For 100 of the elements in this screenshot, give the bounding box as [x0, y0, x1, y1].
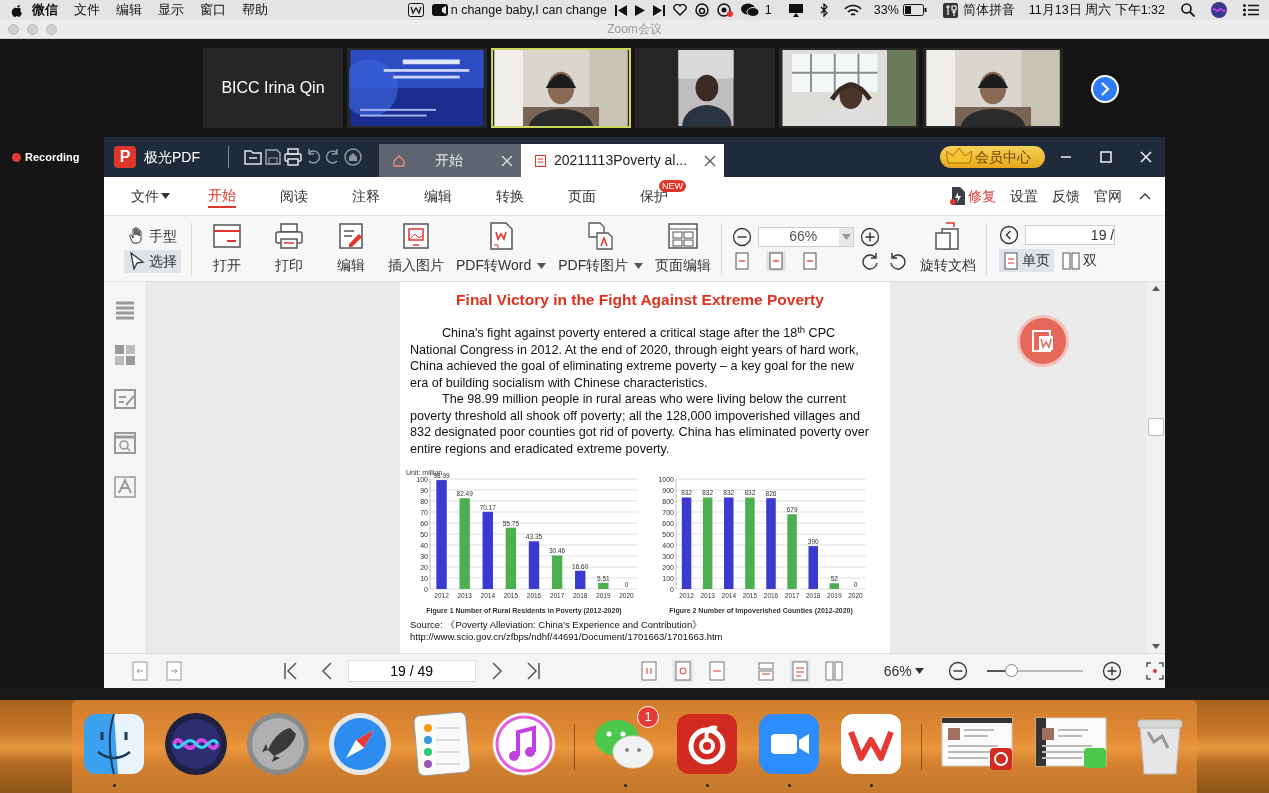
scroll-down-icon[interactable] [1152, 644, 1160, 649]
list-icon[interactable] [1243, 4, 1259, 16]
menu-tab[interactable]: 转换 [474, 181, 546, 211]
menu-item[interactable]: 窗口 [200, 0, 226, 20]
document-icon [1030, 328, 1056, 354]
page-field[interactable]: 19 / 49 [347, 660, 476, 682]
menu-tab[interactable]: 开始 [186, 180, 258, 212]
scroll-up-icon[interactable] [1152, 286, 1160, 291]
folder-icon[interactable] [243, 147, 263, 167]
signature-icon[interactable] [114, 476, 136, 498]
home-icon[interactable] [343, 147, 363, 167]
input-method-name[interactable]: 简体拼音 [962, 0, 1015, 20]
participant-tile[interactable]: BICC Irina Qin [203, 48, 343, 128]
view-mode-button[interactable]: 单页 [999, 249, 1055, 272]
rotate-left-icon[interactable] [888, 250, 909, 271]
input-method-icon[interactable] [942, 2, 958, 18]
zoom-field[interactable]: 66% [758, 226, 855, 247]
menu-item[interactable]: 文件 [74, 0, 100, 20]
apple-icon[interactable] [10, 3, 24, 17]
toolbar-button[interactable]: PDF转图片 [552, 219, 650, 278]
caret-icon [914, 668, 924, 674]
participant-name: BICC Irina Qin [221, 78, 325, 98]
display-icon[interactable] [787, 3, 804, 17]
toolbar-button[interactable]: PDF转Word [450, 219, 553, 278]
menu-item[interactable]: 微信 [32, 0, 58, 20]
menu-item[interactable]: 帮助 [242, 0, 268, 20]
image-icon [400, 221, 432, 251]
play-icon[interactable] [634, 4, 645, 16]
wifi-icon[interactable] [843, 3, 862, 17]
zoom-out-icon[interactable] [947, 660, 968, 682]
document-tab[interactable]: 20211113Poverty al... [521, 144, 724, 177]
chat-bubbles-icon[interactable] [740, 3, 759, 17]
page-number-field[interactable]: 19 / [1025, 225, 1116, 245]
new-badge: NEW [659, 179, 686, 192]
zoom-in-icon[interactable] [1102, 660, 1122, 682]
mode-button[interactable]: 选择 [124, 249, 181, 273]
toolbar-button[interactable]: 打印 [258, 219, 320, 278]
bluetooth-icon[interactable] [819, 3, 828, 17]
save-icon[interactable] [263, 147, 283, 167]
document-title: Final Victory in the Fight Against Extreme Poverty [455, 290, 825, 310]
search-icon[interactable] [1181, 3, 1195, 17]
compass-icon[interactable] [328, 712, 392, 776]
bar [829, 583, 840, 590]
toolbar-button[interactable]: 插入图片 [382, 219, 450, 278]
zoom-out-icon[interactable] [732, 226, 753, 247]
toolbar-link[interactable]: 修复 [942, 185, 1003, 207]
battery-icon[interactable] [902, 4, 927, 16]
rocket-icon[interactable] [246, 712, 310, 776]
mode-button[interactable]: 手型 [124, 224, 181, 248]
maximize-icon[interactable] [1099, 150, 1113, 164]
siri-icon[interactable] [1211, 2, 1227, 18]
menu-tab[interactable]: 文件 [114, 181, 186, 211]
menu-item[interactable]: 显示 [158, 0, 184, 20]
smiling-face-icon[interactable] [82, 712, 146, 776]
swirl-icon[interactable] [716, 3, 733, 17]
rotate-right-icon[interactable] [860, 250, 881, 271]
print-icon[interactable] [283, 147, 303, 167]
scrollbar-thumb[interactable] [1148, 418, 1164, 436]
music-note-icon[interactable] [492, 712, 556, 776]
next-track-icon[interactable] [652, 4, 665, 16]
now-playing-title: n change baby,I can change [450, 1, 607, 19]
swirl-icon[interactable] [694, 3, 709, 17]
zoom-dropdown[interactable]: 66% [876, 660, 931, 682]
grid-icon[interactable] [114, 344, 136, 366]
siri-icon[interactable] [164, 712, 228, 776]
folder-icon [211, 221, 243, 251]
toolbar-link[interactable]: 设置 [1003, 185, 1045, 207]
previous-track-icon[interactable] [614, 4, 627, 16]
collapse-ribbon-icon[interactable] [1139, 192, 1151, 200]
menu-tab[interactable]: 页面 [546, 181, 618, 211]
toolbar-button[interactable]: 页面编辑 [649, 219, 718, 278]
next-page-button[interactable] [1091, 75, 1119, 103]
menu-tab[interactable]: 阅读 [258, 181, 330, 211]
zoom-in-icon[interactable] [860, 226, 881, 247]
fullscreen-icon[interactable] [1145, 660, 1165, 682]
toolbar-link[interactable]: 反馈 [1045, 185, 1087, 207]
menu-tab[interactable]: 编辑 [402, 181, 474, 211]
menu-tab[interactable]: 注释 [330, 181, 402, 211]
bar [505, 527, 517, 590]
heart-icon[interactable] [672, 4, 687, 16]
menu-item[interactable]: 编辑 [116, 0, 142, 20]
annotation-icon[interactable] [114, 388, 136, 410]
document-tab[interactable]: 开始 [379, 144, 521, 177]
vip-button[interactable]: 会员中心 [940, 146, 1045, 168]
toolbar-button[interactable]: 旋转文档 [914, 219, 983, 278]
slider-thumb[interactable] [1004, 664, 1018, 677]
video-camera-icon[interactable] [431, 4, 448, 16]
zigzag-logo-icon[interactable] [839, 712, 903, 776]
unread-count: 1 [764, 1, 772, 19]
view-mode-button[interactable]: 双 [1058, 249, 1102, 272]
caret-icon [841, 233, 851, 240]
previous-page-icon[interactable] [999, 225, 1020, 245]
toolbar-button[interactable]: 编辑 [320, 219, 382, 278]
close-icon[interactable] [704, 154, 716, 167]
convert-to-word-button[interactable] [1017, 315, 1069, 367]
app-icon[interactable] [407, 3, 424, 17]
thumbnails-icon[interactable] [114, 300, 136, 322]
toolbar-button[interactable]: 打开 [196, 219, 258, 278]
clock[interactable]: 11月13日 周六 下午1:32 [1028, 0, 1165, 20]
toolbar-link[interactable]: 官网 [1087, 185, 1129, 207]
